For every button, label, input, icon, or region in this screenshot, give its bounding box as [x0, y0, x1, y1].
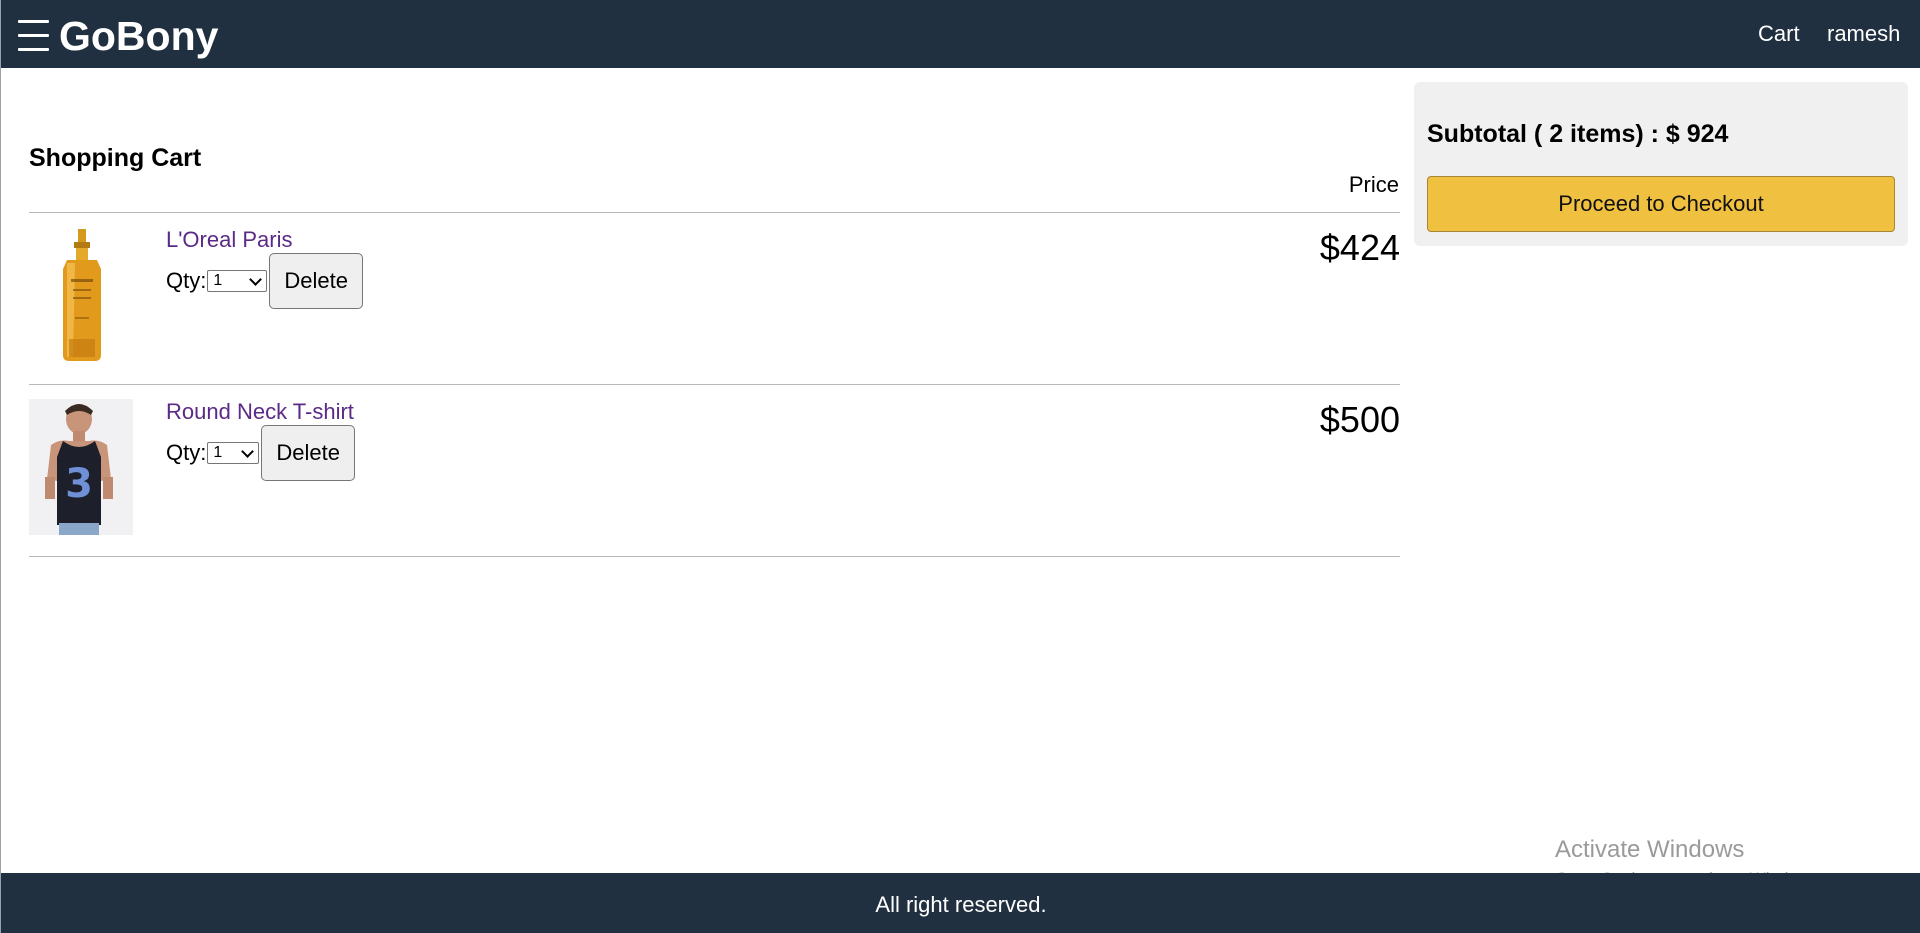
cart-item: L'Oreal Paris Qty: 1 Delete $424: [29, 213, 1400, 383]
nav-user-link[interactable]: ramesh: [1827, 21, 1900, 47]
chevron-down-icon: [249, 273, 263, 286]
item-price: $500: [1319, 399, 1400, 440]
price-column-header: Price: [1348, 172, 1399, 197]
proceed-to-checkout-button[interactable]: Proceed to Checkout: [1427, 176, 1895, 232]
delete-button[interactable]: Delete: [261, 425, 355, 481]
footer-text: All right reserved.: [875, 892, 1047, 917]
qty-label: Qty:: [166, 440, 207, 465]
nav-cart-link[interactable]: Cart: [1758, 21, 1800, 47]
item-price: $424: [1319, 227, 1400, 268]
delete-button[interactable]: Delete: [269, 253, 363, 309]
brand-logo-link[interactable]: GoBony: [59, 12, 218, 60]
divider: [29, 556, 1400, 557]
top-navbar: GoBony Cart ramesh: [1, 0, 1920, 68]
product-name-link[interactable]: L'Oreal Paris: [166, 227, 292, 253]
qty-select[interactable]: 1: [207, 270, 268, 292]
qty-select[interactable]: 1: [207, 442, 260, 464]
tank-top-model-image[interactable]: 3: [29, 399, 133, 535]
serum-bottle-image[interactable]: [29, 227, 133, 363]
qty-label: Qty:: [166, 268, 207, 293]
subtotal-text: Subtotal ( 2 items) : $ 924: [1427, 120, 1729, 148]
svg-text:3: 3: [65, 461, 93, 507]
cart-item: 3 Round Neck T-shirt Qty: 1 Delete $500: [29, 385, 1400, 555]
hamburger-menu-icon[interactable]: [18, 20, 49, 52]
footer: All right reserved.: [1, 873, 1920, 933]
activation-watermark-title: Activate Windows: [1555, 836, 1745, 863]
page-title: Shopping Cart: [29, 144, 202, 172]
qty-value: 1: [213, 444, 223, 461]
chevron-down-icon: [241, 445, 255, 458]
product-name-link[interactable]: Round Neck T-shirt: [166, 399, 354, 425]
qty-row: Qty: 1 Delete: [166, 253, 363, 309]
qty-row: Qty: 1 Delete: [166, 425, 355, 481]
subtotal-panel: Subtotal ( 2 items) : $ 924 Proceed to C…: [1414, 82, 1908, 246]
qty-value: 1: [213, 272, 223, 289]
